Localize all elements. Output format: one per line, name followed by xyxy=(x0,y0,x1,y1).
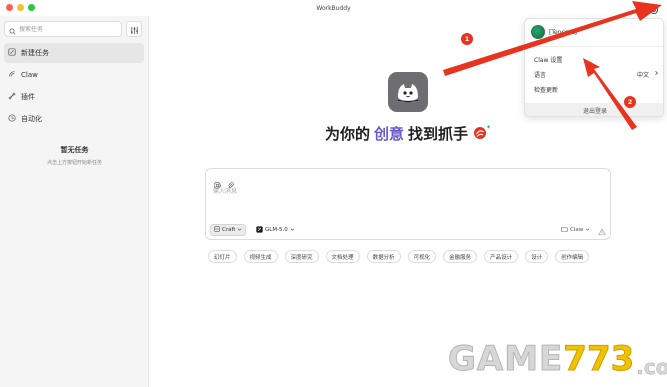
model-label: GLM-5.0 xyxy=(265,227,288,233)
sidebar-item-label: 新建任务 xyxy=(21,49,49,57)
empty-state-subtitle: 点击上方按钮开始新任务 xyxy=(46,160,102,166)
chevron-down-icon xyxy=(237,227,242,234)
sidebar-search-row xyxy=(4,21,142,37)
chip-document-processing[interactable]: 文档处理 xyxy=(325,250,360,263)
sliders-icon xyxy=(130,20,139,39)
menu-item-claw-settings[interactable]: Claw 设置 xyxy=(534,53,659,65)
menu-item-label: Claw 设置 xyxy=(534,56,563,64)
window-controls xyxy=(6,4,35,11)
mode-selector[interactable]: Craft xyxy=(210,224,247,236)
logout-label: 退出登录 xyxy=(582,108,607,115)
plug-icon xyxy=(8,92,16,102)
chip-creative-editing[interactable]: 创作编辑 xyxy=(555,250,590,263)
watermark-game: GAME xyxy=(447,339,564,380)
chip-financial-services[interactable]: 金融服务 xyxy=(443,250,478,263)
claw-icon xyxy=(8,70,16,80)
model-selector[interactable]: GLM-5.0 xyxy=(253,224,298,236)
watermark-number: 773 xyxy=(563,339,635,380)
message-composer: Craft GLM-5.0 Claw xyxy=(205,168,611,240)
minimize-window-button[interactable] xyxy=(17,4,24,11)
menu-item-label: 检查更新 xyxy=(534,86,559,94)
title-bar: WorkBuddy xyxy=(0,0,667,16)
account-row[interactable]: [Tencent] xyxy=(531,25,577,39)
sidebar-item-label: 插件 xyxy=(21,93,35,101)
sidebar-nav: 新建任务 Claw 插件 自动化 xyxy=(4,43,144,131)
sidebar-item-new-task[interactable]: 新建任务 xyxy=(4,43,144,63)
chevron-down-icon xyxy=(290,227,295,234)
heading-text-post: 找到抓手 xyxy=(408,125,469,143)
app-window: WorkBuddy 新建任务 xyxy=(0,0,667,387)
chevron-down-icon xyxy=(585,227,590,234)
model-icon xyxy=(256,225,263,235)
language-value-group: 中文 xyxy=(637,70,659,79)
heading-text-accent: 创意 xyxy=(374,125,405,143)
quick-action-chips: 幻灯片 视频生成 深度研究 文档处理 数据分析 可视化 金融服务 产品设计 设计… xyxy=(208,250,590,263)
window-title: WorkBuddy xyxy=(316,4,351,12)
craft-icon xyxy=(214,226,220,234)
send-button[interactable] xyxy=(596,224,608,236)
sparkle-logo-icon: ✦ xyxy=(472,124,491,144)
menu-item-check-updates[interactable]: 检查更新 xyxy=(534,83,659,95)
chevron-right-icon xyxy=(654,70,659,78)
sidebar-item-label: Claw xyxy=(21,71,38,79)
avatar xyxy=(531,25,545,39)
message-input[interactable] xyxy=(213,186,593,200)
watermark-domain: .com xyxy=(636,355,667,380)
gear-icon xyxy=(649,0,659,19)
chip-video-generation[interactable]: 视频生成 xyxy=(243,250,278,263)
menu-divider xyxy=(525,46,663,47)
search-box xyxy=(4,21,122,37)
chip-visualization[interactable]: 可视化 xyxy=(407,250,437,263)
sidebar-item-automation[interactable]: 自动化 xyxy=(4,109,144,129)
cat-mascot-icon xyxy=(397,84,419,103)
search-icon xyxy=(9,20,16,39)
menu-item-language[interactable]: 语言 中文 xyxy=(534,68,659,80)
mode-label: Craft xyxy=(222,227,236,233)
annotation-marker-1: 1 xyxy=(461,33,473,45)
chip-product-design[interactable]: 产品设计 xyxy=(484,250,519,263)
heading-text-pre: 为你的 xyxy=(325,125,371,143)
chip-deep-research[interactable]: 深度研究 xyxy=(284,250,319,263)
svg-text:✦: ✦ xyxy=(486,124,490,131)
folder-label: Claw xyxy=(570,227,584,233)
chip-design[interactable]: 设计 xyxy=(525,250,549,263)
app-logo xyxy=(388,72,428,112)
annotation-marker-2: 2 xyxy=(624,96,636,108)
folder-icon xyxy=(561,226,568,234)
clock-icon xyxy=(8,114,16,124)
sidebar: 新建任务 Claw 插件 自动化 暂无任务 点击上方 xyxy=(0,16,149,387)
settings-button[interactable] xyxy=(647,2,661,16)
main-heading: 为你的 创意 找到抓手 ✦ xyxy=(325,123,491,144)
sidebar-item-plugins[interactable]: 插件 xyxy=(4,87,144,107)
folder-selector[interactable]: Claw xyxy=(558,224,593,236)
chip-slides[interactable]: 幻灯片 xyxy=(208,250,237,263)
edit-icon xyxy=(8,48,16,58)
watermark: GAME 773 .com xyxy=(447,339,667,380)
send-arrow-icon xyxy=(598,221,606,240)
settings-dropdown: [Tencent] Claw 设置 语言 中文 检查更新 退出登录 xyxy=(524,18,664,117)
close-window-button[interactable] xyxy=(6,4,13,11)
sidebar-item-claw[interactable]: Claw xyxy=(4,65,144,85)
empty-state-title: 暂无任务 xyxy=(60,146,89,154)
logout-button[interactable]: 退出登录 xyxy=(525,103,663,116)
menu-item-label: 语言 xyxy=(534,71,547,79)
sidebar-item-label: 自动化 xyxy=(21,115,42,123)
zoom-window-button[interactable] xyxy=(28,4,35,11)
language-value: 中文 xyxy=(636,71,649,79)
chip-data-analysis[interactable]: 数据分析 xyxy=(366,250,401,263)
filter-button[interactable] xyxy=(126,21,142,37)
search-input[interactable] xyxy=(19,25,119,33)
account-name: [Tencent] xyxy=(549,28,577,36)
